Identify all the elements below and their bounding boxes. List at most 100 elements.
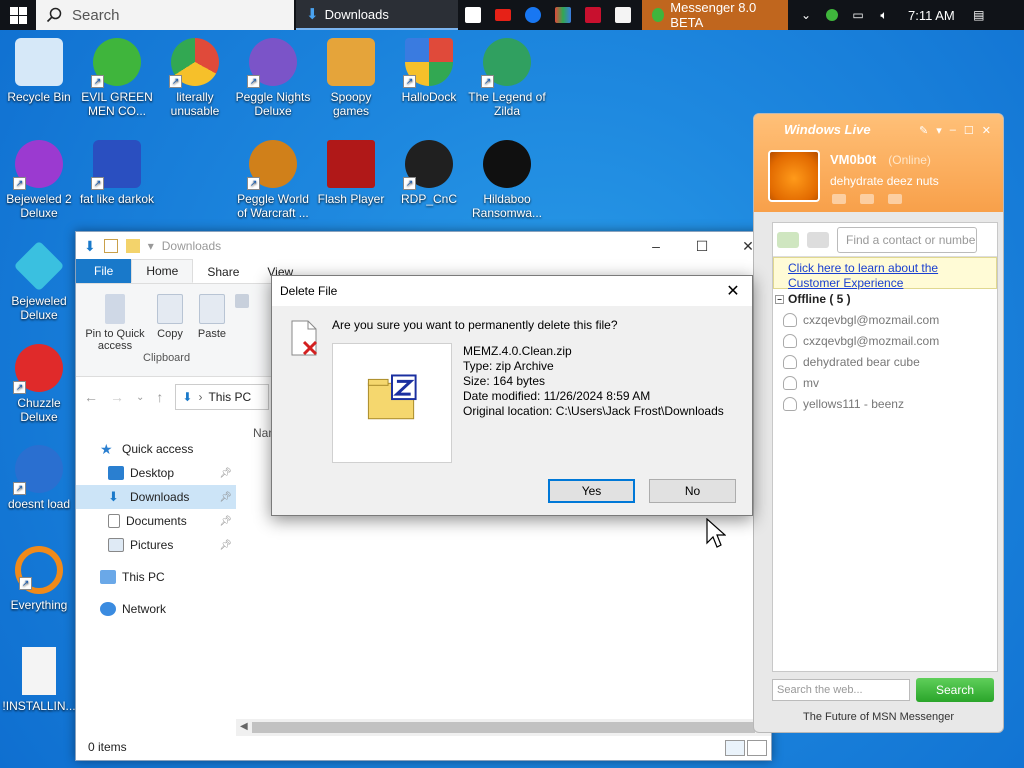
nav-desktop[interactable]: Desktop 📌︎ bbox=[76, 461, 236, 485]
desktop-icon-rdp-cnc[interactable]: ↗ RDP_CnC bbox=[390, 140, 468, 206]
nav-this-pc[interactable]: This PC bbox=[76, 565, 236, 589]
nav-documents[interactable]: Documents 📌︎ bbox=[76, 509, 236, 533]
find-contact-input[interactable]: Find a contact or number bbox=[837, 226, 977, 253]
taskbar-messenger-window[interactable]: Messenger 8.0 BETA bbox=[642, 0, 788, 30]
notifications-icon[interactable]: ▤ bbox=[971, 8, 987, 22]
paint-icon[interactable]: ✎ bbox=[919, 124, 928, 137]
contact-item[interactable]: cxzqevbgl@mozmail.com bbox=[773, 330, 997, 351]
cut-button[interactable] bbox=[234, 294, 250, 312]
pin-icon[interactable]: 📌︎ bbox=[219, 468, 232, 479]
spaces-icon[interactable] bbox=[860, 194, 874, 204]
desktop-icon-fat-like-darkok[interactable]: ↗ fat like darkok bbox=[78, 140, 156, 206]
desktop-icon-doesnt-load[interactable]: ↗ doesnt load bbox=[0, 445, 78, 511]
pin-icon[interactable]: 📌︎ bbox=[219, 492, 232, 503]
desktop-icon-peggle-nights[interactable]: ↗ Peggle Nights Deluxe bbox=[234, 38, 312, 118]
pin-icon[interactable]: 📌︎ bbox=[219, 516, 232, 527]
customer-experience-link[interactable]: Click here to learn about the Customer E… bbox=[773, 257, 997, 290]
scrollbar-thumb[interactable] bbox=[252, 722, 755, 733]
personal-message[interactable]: dehydrate deez nuts bbox=[830, 174, 939, 188]
shortcut-arrow-icon: ↗ bbox=[403, 75, 416, 88]
desktop-icon-installing[interactable]: !INSTALLIN... bbox=[0, 647, 78, 713]
scroll-left-icon[interactable]: ◀ bbox=[240, 721, 248, 732]
paste-button[interactable]: Paste bbox=[194, 294, 230, 340]
desktop-icon-hildaboo-ransomware[interactable]: Hildaboo Ransomwa... bbox=[468, 140, 546, 220]
details-view-icon[interactable] bbox=[725, 740, 745, 756]
desktop-icon-label: fat like darkok bbox=[79, 192, 155, 206]
taskbar-search-box[interactable]: Search bbox=[36, 0, 294, 30]
web-search-button[interactable]: Search bbox=[916, 678, 994, 702]
desktop-icon-peggle-world-of-warcraft[interactable]: ↗ Peggle World of Warcraft ... bbox=[234, 140, 312, 220]
web-search-input[interactable]: Search the web... bbox=[772, 679, 910, 701]
taskbar-downloads-window[interactable]: ⬇ Downloads bbox=[296, 0, 458, 30]
taskbar-amazon[interactable] bbox=[458, 0, 488, 30]
yashma-icon bbox=[483, 140, 531, 188]
sort-options-icon[interactable] bbox=[807, 231, 829, 248]
taskbar-youtube[interactable] bbox=[488, 0, 518, 30]
desktop-icon-recycle-bin[interactable]: Recycle Bin bbox=[0, 38, 78, 104]
start-button[interactable] bbox=[0, 0, 36, 30]
desktop-icon-chuzzle-deluxe[interactable]: ↗ Chuzzle Deluxe bbox=[0, 344, 78, 424]
clock[interactable]: 7:11 AM bbox=[908, 8, 955, 23]
maximize-button[interactable]: ☐ bbox=[679, 232, 725, 260]
status-dropdown[interactable]: (Online) bbox=[888, 153, 931, 167]
desktop-icon-chrome[interactable]: ↗ literally unusable bbox=[156, 38, 234, 118]
search-placeholder: Search bbox=[72, 6, 120, 24]
nav-downloads[interactable]: ⬇ Downloads 📌︎ bbox=[76, 485, 236, 509]
new-folder-icon[interactable] bbox=[125, 239, 140, 253]
dialog-close-button[interactable]: ✕ bbox=[722, 280, 744, 302]
breadcrumb-this-pc[interactable]: This PC bbox=[208, 390, 251, 404]
user-display-name[interactable]: VM0b0t (Online) bbox=[830, 152, 931, 167]
nav-pictures[interactable]: Pictures 📌︎ bbox=[76, 533, 236, 557]
minimize-button[interactable]: – bbox=[633, 232, 679, 260]
nav-network[interactable]: Network bbox=[76, 597, 236, 621]
avatar[interactable] bbox=[768, 150, 820, 202]
properties-icon[interactable] bbox=[103, 239, 118, 253]
recent-dropdown-icon[interactable]: ⌄ bbox=[136, 392, 144, 403]
contact-item[interactable]: yellows111 - beenz bbox=[773, 393, 997, 414]
address-bar[interactable]: ⬇ › This PC bbox=[175, 384, 270, 410]
close-button[interactable]: ✕ bbox=[982, 124, 991, 137]
yes-button[interactable]: Yes bbox=[548, 479, 635, 503]
pin-to-quick-access-button[interactable]: Pin to Quick access bbox=[82, 294, 148, 352]
add-contact-icon[interactable] bbox=[777, 231, 799, 248]
no-button[interactable]: No bbox=[649, 479, 736, 503]
tab-home[interactable]: Home bbox=[131, 259, 194, 283]
desktop-icon-legend-of-zilda[interactable]: ↗ The Legend of Zilda bbox=[468, 38, 546, 118]
horizontal-scrollbar[interactable]: ◀ ▶ bbox=[236, 719, 771, 736]
desktop-icon-bejeweled-2[interactable]: ↗ Bejeweled 2 Deluxe bbox=[0, 140, 78, 220]
desktop-icon-flash-player[interactable]: Flash Player bbox=[312, 140, 390, 206]
copy-button[interactable]: Copy bbox=[152, 294, 188, 340]
volume-icon[interactable]: 🔈︎ bbox=[876, 8, 892, 22]
chevron-up-icon[interactable]: ⌄ bbox=[798, 8, 814, 22]
large-icons-view-icon[interactable] bbox=[747, 740, 767, 756]
nav-quick-access[interactable]: ★ Quick access bbox=[76, 437, 236, 461]
gallery-icon[interactable] bbox=[888, 194, 902, 204]
taskbar-bank-app[interactable] bbox=[578, 0, 608, 30]
tab-file[interactable]: File bbox=[76, 259, 132, 283]
contact-item[interactable]: cxzqevbgl@mozmail.com bbox=[773, 309, 997, 330]
taskbar-wikipedia[interactable] bbox=[608, 0, 638, 30]
tab-share[interactable]: Share bbox=[193, 261, 253, 283]
taskbar-media-app[interactable] bbox=[548, 0, 578, 30]
pin-icon[interactable]: 📌︎ bbox=[219, 540, 232, 551]
desktop-icon-bejeweled-deluxe[interactable]: Bejeweled Deluxe bbox=[0, 240, 78, 322]
group-offline[interactable]: − Offline ( 5 ) bbox=[773, 289, 997, 309]
qat-dropdown-icon[interactable]: ▾ bbox=[148, 239, 154, 253]
desktop-icon-evil-green-men[interactable]: ↗ EVIL GREEN MEN CO... bbox=[78, 38, 156, 118]
up-arrow-icon[interactable]: ↑ bbox=[156, 389, 163, 405]
contact-item[interactable]: mv bbox=[773, 372, 997, 393]
collapse-icon[interactable]: − bbox=[775, 294, 784, 304]
back-arrow-icon[interactable]: ← bbox=[84, 389, 98, 405]
forward-arrow-icon[interactable]: → bbox=[110, 389, 124, 405]
messenger-tray-icon[interactable] bbox=[824, 8, 840, 22]
desktop-icon-everything[interactable]: ↗ Everything bbox=[0, 546, 78, 612]
network-icon[interactable]: ▭ bbox=[850, 8, 866, 22]
desktop-icon-spoopy-games[interactable]: Spoopy games bbox=[312, 38, 390, 118]
contact-item[interactable]: dehydrated bear cube bbox=[773, 351, 997, 372]
minimize-button[interactable]: – bbox=[950, 124, 956, 137]
menu-dropdown-icon[interactable]: ▾ bbox=[936, 124, 942, 137]
mail-icon[interactable] bbox=[832, 194, 846, 204]
maximize-button[interactable]: ☐ bbox=[964, 124, 974, 137]
taskbar-facebook[interactable] bbox=[518, 0, 548, 30]
desktop-icon-hallodock[interactable]: ↗ HalloDock bbox=[390, 38, 468, 104]
